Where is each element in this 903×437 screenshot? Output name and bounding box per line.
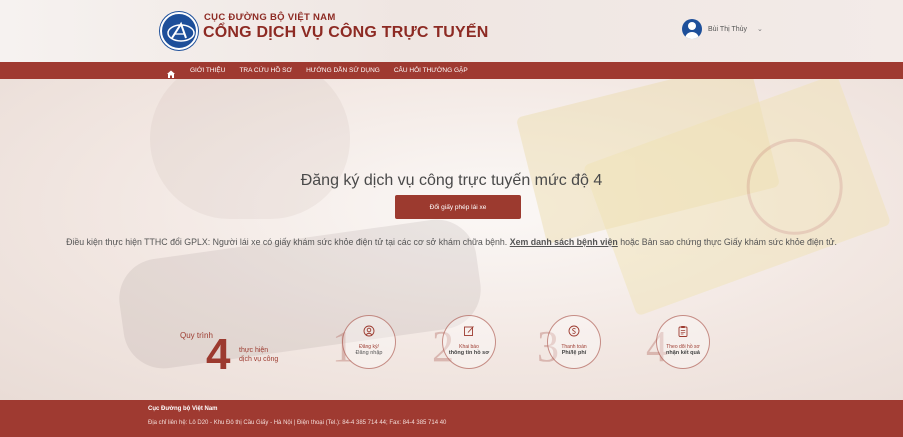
main-nav: GIỚI THIỆU TRA CỨU HỒ SƠ HƯỚNG DẪN SỬ DỤ… bbox=[0, 62, 903, 79]
nav-item-cau-hoi[interactable]: CÂU HỎI THƯỜNG GẶP bbox=[394, 67, 468, 74]
edit-icon bbox=[464, 326, 474, 336]
nav-item-huong-dan[interactable]: HƯỚNG DẪN SỬ DỤNG bbox=[306, 67, 380, 74]
org-name: CỤC ĐƯỜNG BỘ VIỆT NAM bbox=[204, 12, 336, 23]
payment-icon bbox=[568, 325, 580, 337]
footer-address: Địa chỉ liên hệ: Lô D20 - Khu Đô thị Cầu… bbox=[148, 420, 447, 426]
step-4[interactable]: 4 Theo dõi hồ sơ nhận kết quả bbox=[646, 315, 746, 381]
condition-suffix: hoặc Bản sao chứng thực Giấy khám sức kh… bbox=[617, 237, 837, 247]
logo[interactable] bbox=[160, 12, 198, 50]
condition-text: Điều kiện thực hiện TTHC đổi GPLX: Người… bbox=[0, 237, 903, 247]
user-icon bbox=[363, 325, 375, 337]
header: CỤC ĐƯỜNG BỘ VIỆT NAM CỔNG DỊCH VỤ CÔNG … bbox=[0, 0, 903, 62]
step-circle bbox=[547, 315, 601, 369]
home-icon[interactable] bbox=[166, 66, 176, 78]
process-sub2: dịch vụ công bbox=[239, 356, 279, 363]
step-1[interactable]: 1 Đăng ký/ Đăng nhập bbox=[332, 315, 432, 381]
step-line2: thông tin hồ sơ bbox=[448, 350, 490, 356]
hospital-list-link[interactable]: Xem danh sách bệnh viện bbox=[510, 237, 618, 247]
chevron-down-icon: ⌄ bbox=[757, 26, 763, 33]
clipboard-icon bbox=[678, 326, 688, 337]
hero-section: Đăng ký dịch vụ công trực tuyến mức độ 4… bbox=[0, 79, 903, 400]
condition-prefix: Điều kiện thực hiện TTHC đổi GPLX: Người… bbox=[66, 237, 510, 247]
nav-item-gioi-thieu[interactable]: GIỚI THIỆU bbox=[190, 67, 225, 74]
process-big-number: 4 bbox=[206, 330, 231, 379]
step-circle bbox=[442, 315, 496, 369]
step-3[interactable]: 3 Thanh toán Phí/lệ phí bbox=[537, 315, 637, 381]
doi-gplx-button[interactable]: Đổi giấy phép lái xe bbox=[395, 195, 521, 219]
step-line2: Phí/lệ phí bbox=[561, 350, 587, 356]
step-circle bbox=[656, 315, 710, 369]
portal-name: CỔNG DỊCH VỤ CÔNG TRỰC TUYẾN bbox=[203, 24, 489, 41]
step-line2: Đăng nhập bbox=[355, 350, 383, 356]
user-menu[interactable]: Bùi Thị Thủy ⌄ bbox=[682, 19, 763, 39]
hero-title: Đăng ký dịch vụ công trực tuyến mức độ 4 bbox=[300, 172, 603, 189]
step-2[interactable]: 2 Khai báo thông tin hồ sơ bbox=[432, 315, 532, 381]
step-circle bbox=[342, 315, 396, 369]
nav-item-tra-cuu-ho-so[interactable]: TRA CỨU HỒ SƠ bbox=[239, 67, 292, 74]
user-avatar-icon bbox=[682, 19, 702, 39]
logo-emblem-icon bbox=[167, 21, 195, 42]
background-hand-image bbox=[150, 79, 350, 219]
footer-org-name: Cục Đường bộ Việt Nam bbox=[148, 406, 218, 412]
process-sub1: thực hiện bbox=[239, 347, 269, 354]
user-name: Bùi Thị Thủy bbox=[708, 25, 748, 33]
footer: Cục Đường bộ Việt Nam Địa chỉ liên hệ: L… bbox=[0, 400, 903, 437]
step-line2: nhận kết quả bbox=[666, 350, 700, 356]
